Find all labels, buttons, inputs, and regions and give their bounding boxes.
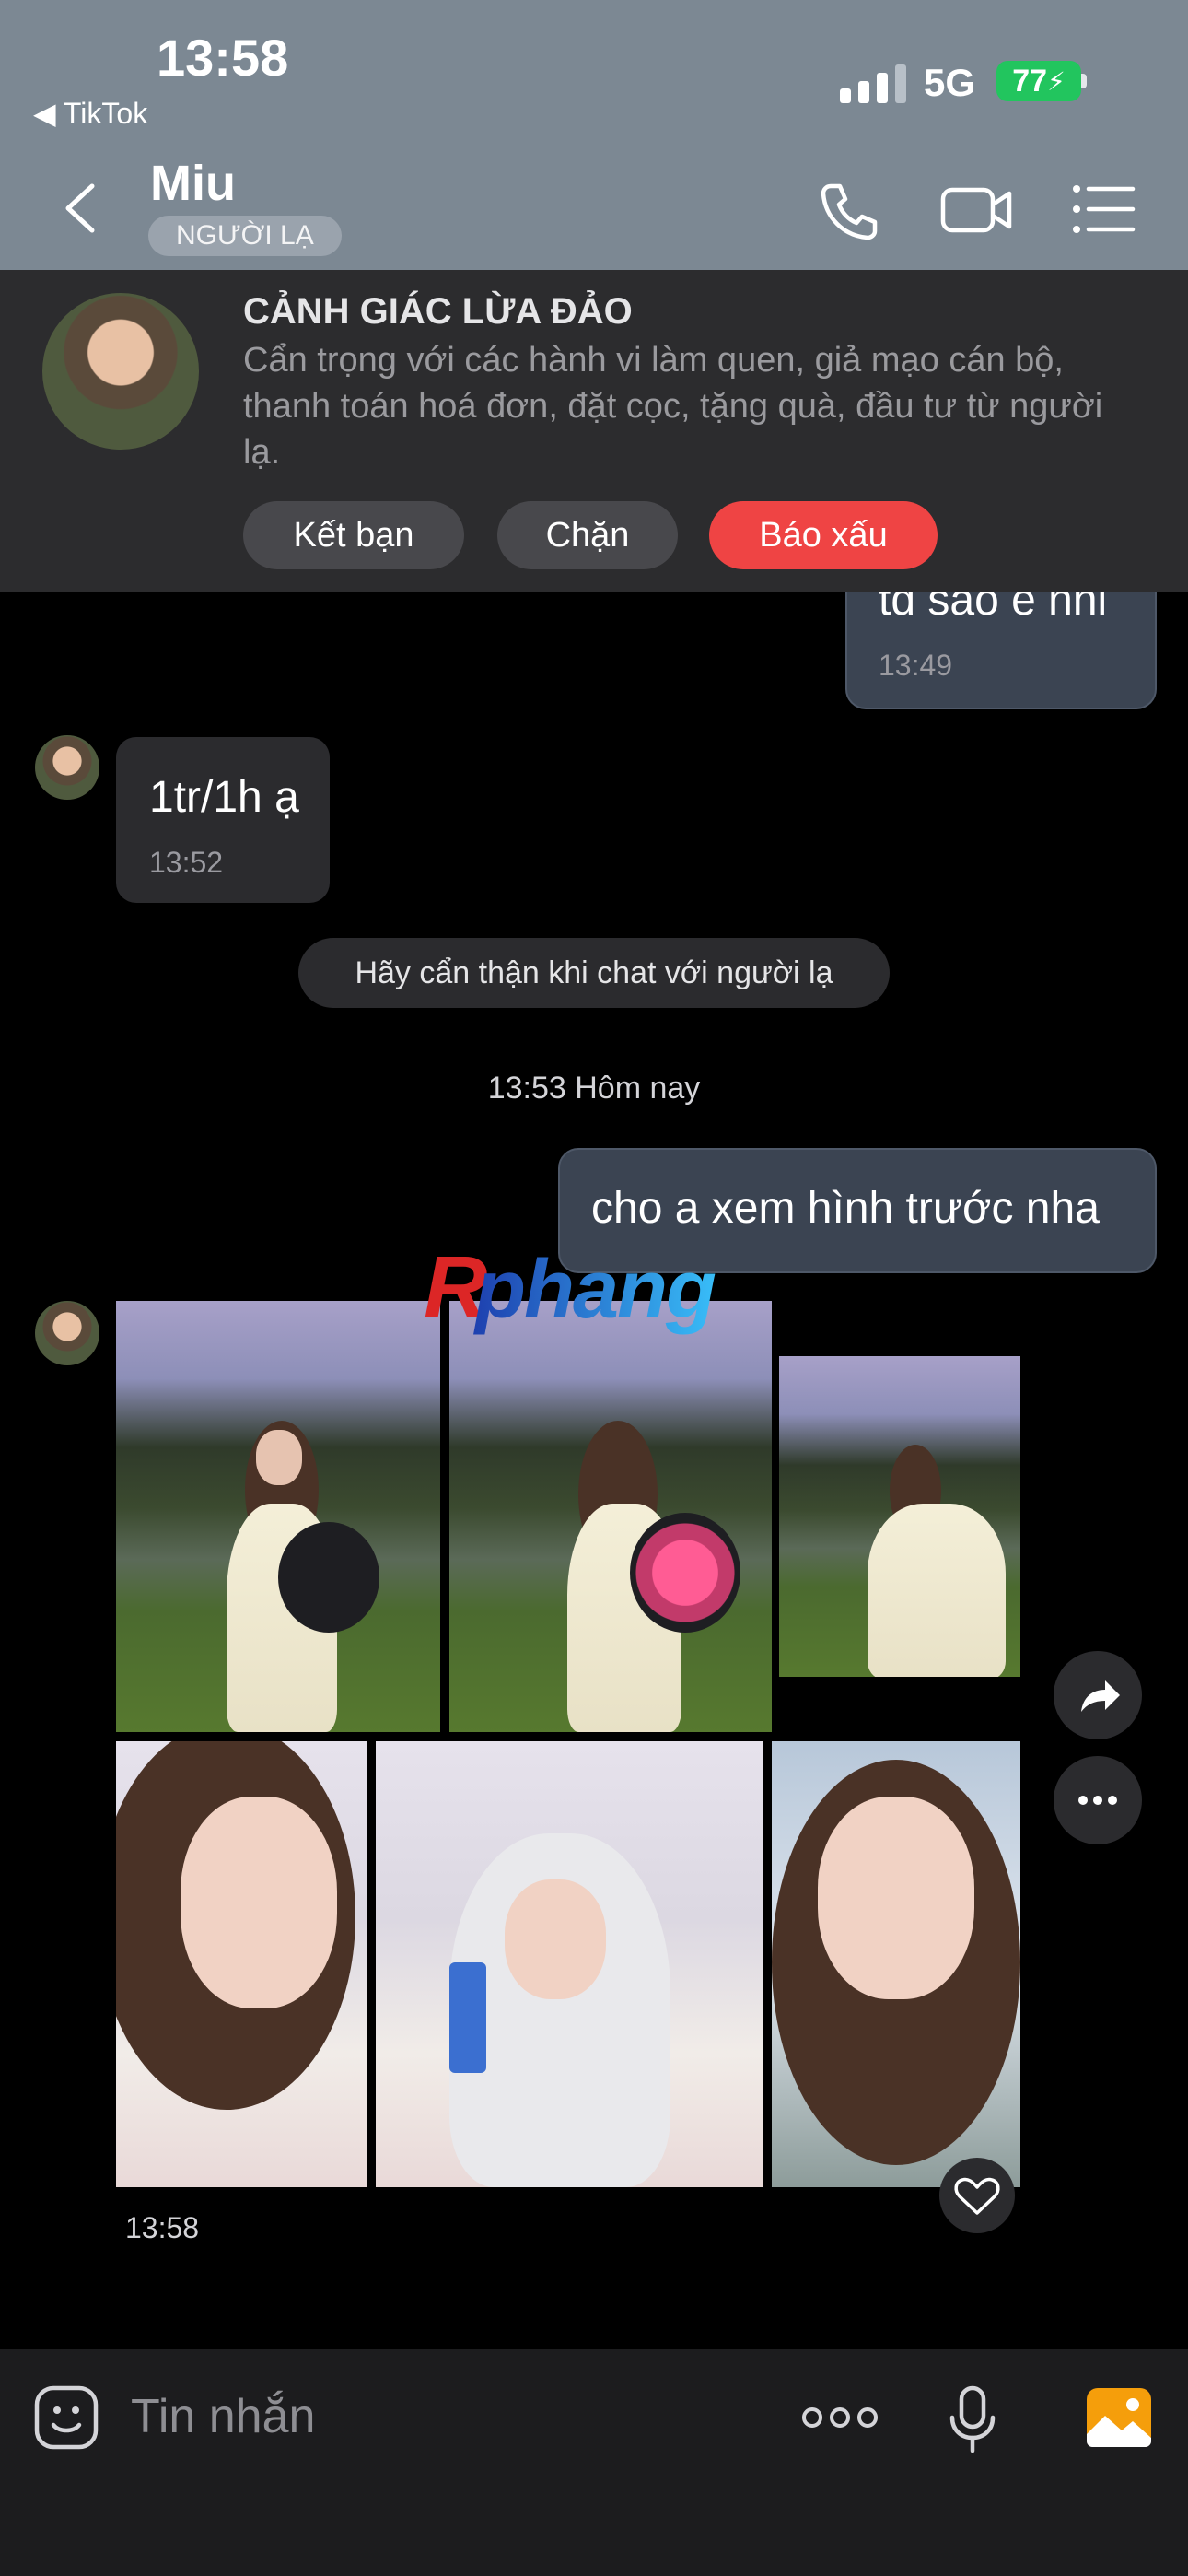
message-time: 13:58 xyxy=(125,2211,200,2244)
more-options-icon[interactable] xyxy=(801,2399,879,2436)
sender-avatar[interactable] xyxy=(35,735,99,800)
charging-icon: ⚡ xyxy=(1047,66,1066,96)
contact-name[interactable]: Miu xyxy=(150,155,236,212)
battery-indicator: 77 ⚡ xyxy=(996,61,1081,101)
photo[interactable] xyxy=(772,1741,1020,2187)
photo[interactable] xyxy=(779,1356,1020,1677)
message-text: 1tr/1h ạ xyxy=(149,773,299,822)
report-button[interactable]: Báo xấu xyxy=(709,501,938,569)
chevron-left-icon[interactable] xyxy=(59,181,99,236)
battery-level: 77 xyxy=(1012,63,1048,99)
phone-icon[interactable] xyxy=(818,181,880,243)
stranger-notice: Hãy cẩn thận khi chat với người lạ xyxy=(298,938,890,1008)
message-input[interactable] xyxy=(129,2377,759,2456)
back-to-app-link[interactable]: ◀ TikTok xyxy=(33,96,147,131)
signal-icon xyxy=(840,64,906,103)
stranger-badge: NGƯỜI LẠ xyxy=(148,216,342,256)
image-icon[interactable] xyxy=(1085,2386,1153,2449)
heart-icon[interactable] xyxy=(939,2158,1015,2233)
message-time: 13:49 xyxy=(879,649,953,682)
watermark: R phang xyxy=(424,1240,717,1337)
contact-avatar[interactable] xyxy=(42,293,199,450)
photo[interactable] xyxy=(116,1741,367,2187)
date-separator: 13:53 Hôm nay xyxy=(487,1071,701,1106)
share-arrow-icon[interactable] xyxy=(1054,1651,1142,1739)
sticker-icon[interactable] xyxy=(33,2384,99,2451)
photo[interactable] xyxy=(116,1301,440,1732)
status-time: 13:58 xyxy=(157,29,289,87)
warning-title: CẢNH GIÁC LỪA ĐẢO xyxy=(243,291,633,332)
photo[interactable] xyxy=(449,1301,772,1732)
warning-text: Cẩn trọng với các hành vi làm quen, giả … xyxy=(243,341,1103,472)
video-camera-icon[interactable] xyxy=(939,181,1013,240)
block-button[interactable]: Chặn xyxy=(497,501,678,569)
network-type: 5G xyxy=(924,61,976,104)
ellipsis-icon[interactable] xyxy=(1054,1756,1142,1844)
message-text: cho a xem hình trước nha xyxy=(591,1184,1100,1233)
battery-tip xyxy=(1081,74,1087,88)
microphone-icon[interactable] xyxy=(949,2384,996,2454)
list-icon[interactable] xyxy=(1072,182,1136,236)
sender-avatar[interactable] xyxy=(35,1301,99,1365)
add-friend-button[interactable]: Kết bạn xyxy=(243,501,464,569)
photo[interactable] xyxy=(376,1741,763,2187)
message-time: 13:52 xyxy=(149,846,224,879)
svg-text:phang: phang xyxy=(473,1244,716,1336)
